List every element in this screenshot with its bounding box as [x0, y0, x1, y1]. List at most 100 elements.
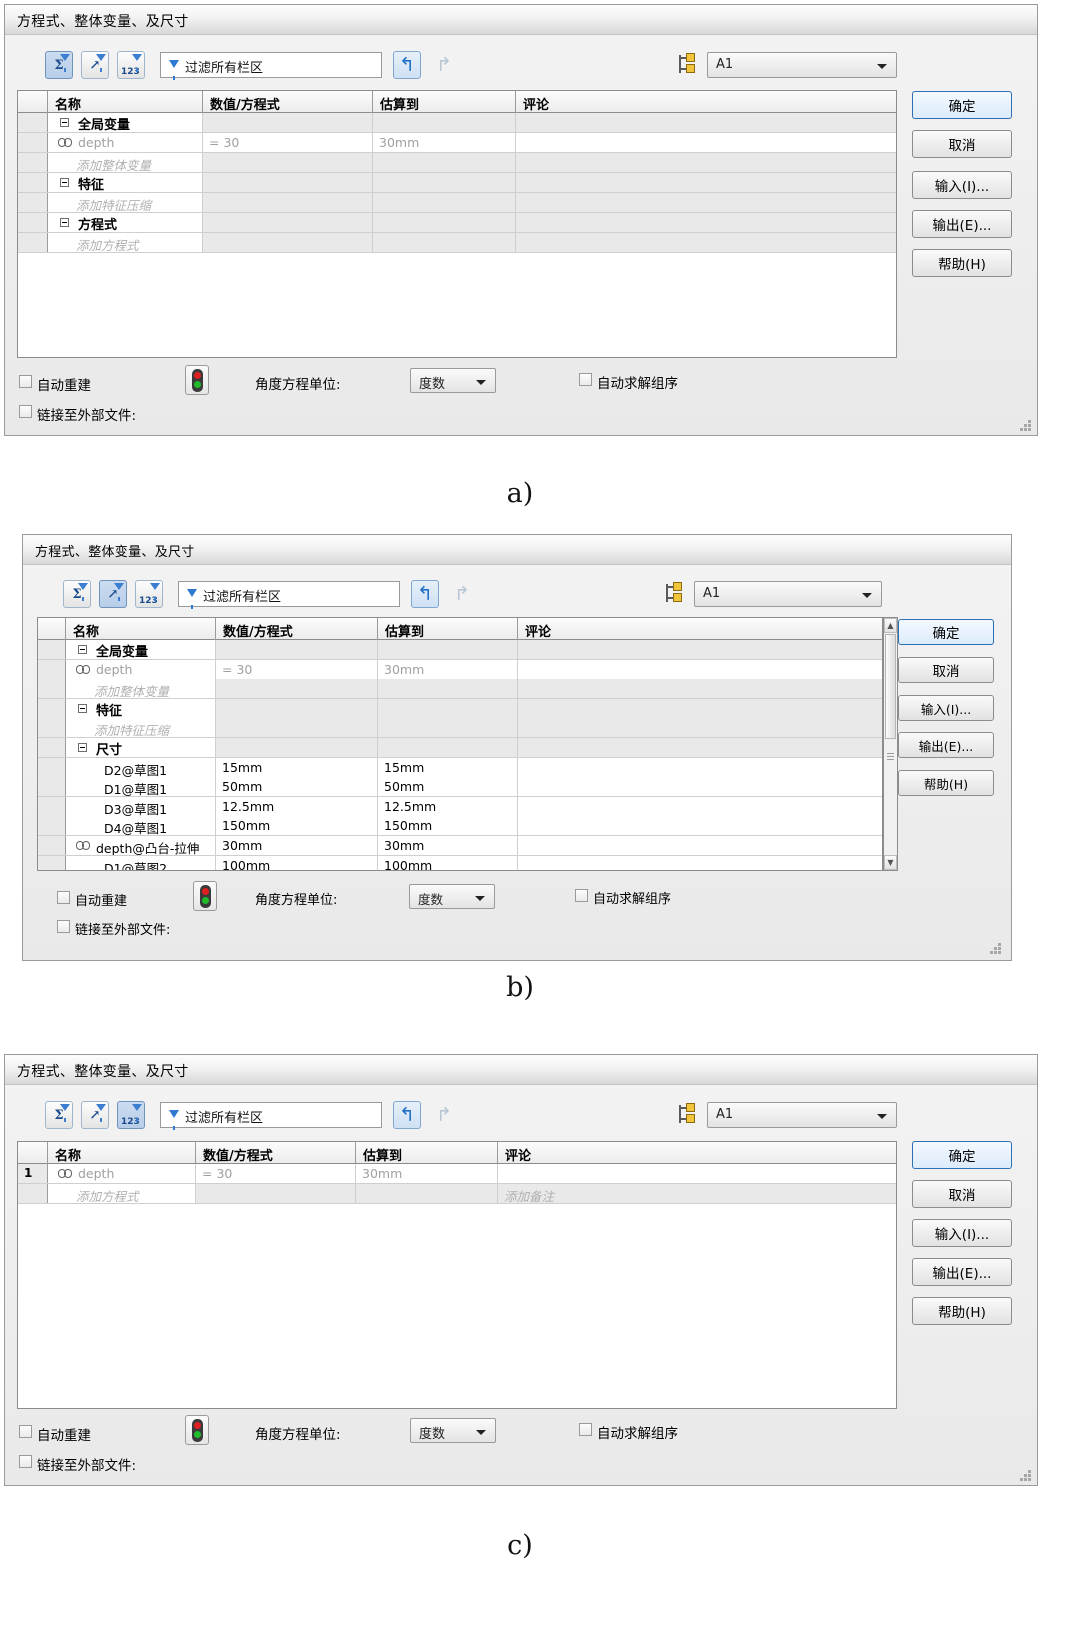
- cell-name[interactable]: 添加整体变量: [66, 679, 216, 699]
- cell-value[interactable]: [203, 193, 373, 212]
- table-row[interactable]: 1 depth = 30 30mm: [18, 1164, 896, 1184]
- grid-column-header[interactable]: 评论: [518, 618, 882, 640]
- collapse-expander-icon[interactable]: [60, 118, 69, 127]
- cell-comment[interactable]: [518, 640, 882, 659]
- export-button[interactable]: 输出(E)...: [898, 732, 994, 758]
- table-row[interactable]: depth = 30 30mm: [38, 659, 882, 680]
- cell-value[interactable]: 15mm: [216, 757, 378, 777]
- undo-button[interactable]: ↰: [411, 580, 439, 608]
- table-row[interactable]: 方程式: [18, 213, 896, 233]
- cell-value[interactable]: [203, 213, 373, 232]
- grid-column-header[interactable]: 名称: [66, 618, 216, 640]
- export-button[interactable]: 输出(E)...: [912, 1258, 1012, 1286]
- configuration-select[interactable]: A1: [707, 52, 897, 78]
- cell-value[interactable]: 12.5mm: [216, 796, 378, 816]
- cell-value[interactable]: [203, 153, 373, 172]
- cell-name[interactable]: 添加方程式: [48, 1184, 196, 1203]
- table-row[interactable]: 尺寸: [38, 738, 882, 758]
- cell-evaluates[interactable]: [373, 113, 516, 132]
- grid-column-header[interactable]: 数值/方程式: [216, 618, 378, 640]
- undo-button[interactable]: ↰: [393, 51, 421, 79]
- cell-evaluates[interactable]: [373, 213, 516, 232]
- cell-value[interactable]: 50mm: [216, 777, 378, 797]
- cell-name[interactable]: 添加方程式: [48, 233, 203, 252]
- cell-name[interactable]: 方程式: [48, 213, 203, 232]
- cell-name[interactable]: 特征: [66, 698, 216, 718]
- cell-evaluates[interactable]: 150mm: [378, 816, 518, 836]
- cell-comment[interactable]: [518, 698, 882, 718]
- cell-name[interactable]: D1@草图1: [66, 777, 216, 797]
- table-row[interactable]: 添加方程式 添加备注: [18, 1184, 896, 1204]
- cell-evaluates[interactable]: [378, 640, 518, 659]
- undo-button[interactable]: ↰: [393, 1101, 421, 1129]
- cell-comment[interactable]: [518, 738, 882, 757]
- cell-evaluates[interactable]: [373, 193, 516, 212]
- cell-value[interactable]: [216, 679, 378, 699]
- grid-column-header[interactable]: 数值/方程式: [196, 1142, 356, 1164]
- cell-evaluates[interactable]: [373, 233, 516, 252]
- grid-column-header[interactable]: 名称: [48, 1142, 196, 1164]
- cell-value[interactable]: [216, 640, 378, 659]
- cancel-button[interactable]: 取消: [898, 657, 994, 683]
- cell-comment[interactable]: [518, 816, 882, 836]
- table-row[interactable]: D1@草图2 100mm 100mm: [38, 855, 882, 870]
- angle-unit-select[interactable]: 度数: [410, 368, 496, 393]
- cell-comment[interactable]: [518, 718, 882, 738]
- cell-evaluates[interactable]: 30mm: [378, 659, 518, 679]
- cell-value[interactable]: = 30: [216, 659, 378, 679]
- cell-name[interactable]: depth@凸台-拉伸: [66, 836, 216, 855]
- table-row[interactable]: depth = 30 30mm: [18, 133, 896, 153]
- cell-value[interactable]: = 30: [196, 1164, 356, 1183]
- cell-evaluates[interactable]: 30mm: [378, 836, 518, 855]
- collapse-expander-icon[interactable]: [60, 178, 69, 187]
- cell-comment[interactable]: [518, 679, 882, 699]
- table-row[interactable]: D4@草图1 150mm 150mm: [38, 816, 882, 837]
- collapse-expander-icon[interactable]: [60, 218, 69, 227]
- rebuild-status-icon[interactable]: [185, 365, 209, 395]
- equation-view-button[interactable]: Σ: [45, 51, 73, 79]
- import-button[interactable]: 输入(I)...: [912, 171, 1012, 199]
- grid-column-header[interactable]: 名称: [48, 91, 203, 113]
- dimension-view-button[interactable]: ↗: [81, 1101, 109, 1129]
- scroll-up-button[interactable]: ▲: [884, 618, 897, 633]
- rebuild-status-icon[interactable]: [185, 1415, 209, 1445]
- cell-value[interactable]: 30mm: [216, 836, 378, 855]
- configuration-select[interactable]: A1: [694, 581, 882, 607]
- cell-name[interactable]: D1@草图2: [66, 855, 216, 870]
- cell-evaluates[interactable]: 12.5mm: [378, 796, 518, 816]
- cell-evaluates[interactable]: [356, 1184, 498, 1203]
- cell-comment[interactable]: [516, 213, 896, 232]
- cell-value[interactable]: [196, 1184, 356, 1203]
- ok-button[interactable]: 确定: [912, 1141, 1012, 1169]
- grid-column-header[interactable]: 估算到: [373, 91, 516, 113]
- cell-evaluates[interactable]: [378, 718, 518, 738]
- table-row[interactable]: 特征: [18, 173, 896, 193]
- cell-comment[interactable]: [516, 133, 896, 152]
- cell-evaluates[interactable]: 15mm: [378, 757, 518, 777]
- cell-comment[interactable]: [516, 233, 896, 252]
- cell-evaluates[interactable]: 30mm: [373, 133, 516, 152]
- numeric-view-button[interactable]: 123: [117, 51, 145, 79]
- configuration-select[interactable]: A1: [707, 1102, 897, 1128]
- grid-column-header[interactable]: 估算到: [356, 1142, 498, 1164]
- cell-comment[interactable]: [516, 173, 896, 192]
- filter-input[interactable]: 过滤所有栏区: [160, 52, 382, 80]
- cell-evaluates[interactable]: [378, 679, 518, 699]
- grid-column-header[interactable]: 评论: [516, 91, 896, 113]
- equation-view-button[interactable]: Σ: [45, 1101, 73, 1129]
- ok-button[interactable]: 确定: [898, 619, 994, 645]
- dialog-c-grid[interactable]: 名称 数值/方程式 估算到 评论 1 depth = 30 30mm 添加方程式 添加备注: [17, 1141, 897, 1409]
- cell-comment[interactable]: [516, 193, 896, 212]
- angle-unit-select[interactable]: 度数: [410, 1418, 496, 1443]
- cell-name[interactable]: 添加整体变量: [48, 153, 203, 172]
- cell-evaluates[interactable]: 100mm: [378, 855, 518, 870]
- cell-comment[interactable]: [518, 796, 882, 816]
- resize-grip[interactable]: [989, 942, 1003, 956]
- cell-comment[interactable]: [518, 777, 882, 797]
- table-row[interactable]: D2@草图1 15mm 15mm: [38, 757, 882, 778]
- cell-name[interactable]: 全局变量: [66, 640, 216, 659]
- scroll-thumb[interactable]: [885, 634, 896, 739]
- resize-grip[interactable]: [1019, 419, 1033, 433]
- angle-unit-select[interactable]: 度数: [409, 884, 495, 909]
- cell-name[interactable]: depth: [48, 133, 203, 152]
